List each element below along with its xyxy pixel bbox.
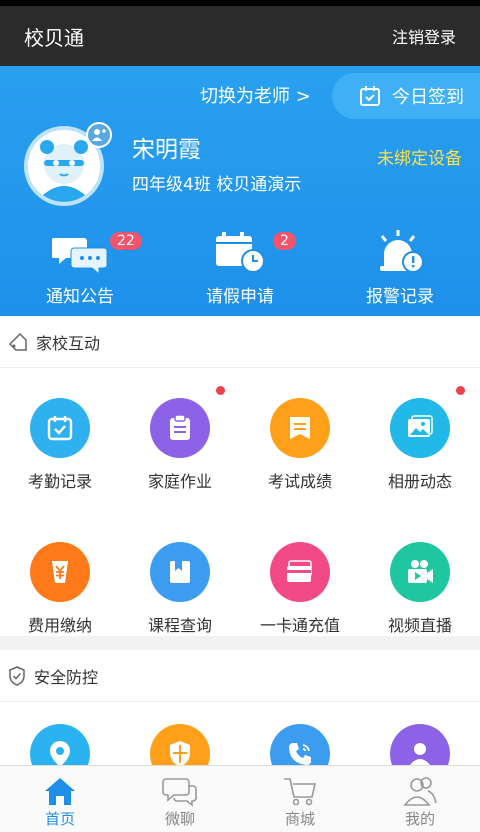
calendar-clock-icon [216,232,265,273]
home-icon [45,778,75,805]
calendar-check-icon [47,416,73,441]
grid-item-payment[interactable]: 费用缴纳 [0,542,120,636]
yuan-icon [52,561,68,583]
grid-item-album[interactable]: 相册动态 [360,386,480,492]
section-header: 家校互动 [0,316,480,368]
user-name: 宋明霞 [132,137,201,163]
grid-item-courses[interactable]: 课程查询 [120,542,240,636]
section-title: 安全防控 [34,667,99,687]
switch-role-link[interactable]: 切换为老师 > [200,82,311,108]
grid-label: 费用缴纳 [27,616,92,635]
grid-item-attendance[interactable]: 考勤记录 [0,398,120,492]
grid-label: 考勤记录 [27,472,92,491]
add-user-icon [92,129,106,141]
grid-item-card-recharge[interactable]: 一卡通充值 [240,542,360,636]
grid-item-call[interactable] [240,724,360,767]
avatar-badge[interactable] [86,122,112,148]
feature-grid: 考勤记录 家庭作业 考试成绩 相册动态 费用缴纳 课程查询 一卡通充值 视频直播 [0,368,480,636]
tab-mall[interactable]: 商城 [240,766,360,832]
section-divider [0,636,480,650]
tag-icon [8,332,27,351]
tab-label: 我的 [404,810,435,828]
photo-album-icon [408,415,433,437]
album-unread-dot [456,386,465,395]
location-icon [50,741,70,767]
card-icon [287,560,312,582]
tab-label: 首页 [44,810,75,828]
homework-unread-dot [216,386,225,395]
shield-check-icon [9,665,25,686]
bottom-tab-bar: 首页 微聊 商城 我的 [0,765,480,832]
courses-circle [150,542,210,602]
video-circle [390,542,450,602]
shortcut-leave[interactable]: 2 请假申请 [160,228,320,307]
cart-icon [284,778,317,806]
grid-item-homework[interactable]: 家庭作业 [120,386,240,492]
report-icon [290,417,310,439]
grid-label: 家庭作业 [147,472,212,491]
notice-badge: 22 [110,232,142,250]
app-title: 校贝通 [24,25,84,50]
person-icon [409,743,431,766]
safety-grid [0,702,480,767]
exam-circle [270,398,330,458]
section-header: 安全防控 [0,650,480,702]
shortcut-row: 22 通知公告 2 请假申请 报警记录 [0,228,480,307]
section-safety: 安全防控 [0,650,480,767]
tab-mine[interactable]: 我的 [360,766,480,832]
grid-label: 一卡通充值 [259,616,340,635]
tab-home[interactable]: 首页 [0,766,120,832]
alarm-icon [380,230,424,273]
shortcut-notice[interactable]: 22 通知公告 [0,228,160,307]
grid-label: 相册动态 [387,472,452,491]
section-title: 家校互动 [36,333,101,353]
tab-label: 商城 [284,810,315,828]
grid-item-exam-scores[interactable]: 考试成绩 [240,398,360,492]
tab-label: 微聊 [164,810,195,828]
location-circle [30,724,90,767]
attendance-circle [30,398,90,458]
bind-device-link[interactable]: 未绑定设备 [377,144,462,169]
calendar-check-icon [360,86,380,106]
guard-circle [150,724,210,767]
phone-icon [289,743,311,765]
book-icon [170,561,190,583]
leave-badge: 2 [273,232,296,250]
checkin-button[interactable]: 今日签到 [332,73,480,119]
tab-chat[interactable]: 微聊 [120,766,240,832]
checkin-label: 今日签到 [392,87,464,108]
user-icon [403,777,437,806]
grid-label: 视频直播 [387,616,452,635]
album-circle [390,398,450,458]
shortcut-leave-label: 请假申请 [206,287,274,307]
app-bar: 校贝通 注销登录 [0,6,480,66]
contacts-circle [390,724,450,767]
shortcut-notice-label: 通知公告 [46,287,114,307]
grid-item-guard[interactable] [120,724,240,767]
grid-label: 考试成绩 [267,472,332,491]
shield-icon [170,741,190,767]
recharge-circle [270,542,330,602]
grid-item-contacts[interactable] [360,724,480,767]
profile-header: 切换为老师 > 今日签到 宋明霞 四年级4班 校贝通演示 未绑定设备 22 通知… [0,66,480,316]
payment-circle [30,542,90,602]
grid-label: 课程查询 [147,616,212,635]
logout-button[interactable]: 注销登录 [392,24,456,48]
call-circle [270,724,330,767]
clipboard-icon [170,414,190,440]
chat-icon [162,778,197,807]
grid-item-live-video[interactable]: 视频直播 [360,542,480,636]
chat-bubbles-icon [52,238,108,274]
shortcut-alarm[interactable]: 报警记录 [320,228,480,307]
video-icon [408,560,433,583]
homework-circle [150,398,210,458]
section-home-school: 家校互动 考勤记录 家庭作业 考试成绩 相册动态 费用缴纳 课程查询 一卡通充值… [0,316,480,636]
shortcut-alarm-label: 报警记录 [366,287,434,307]
user-class: 四年级4班 校贝通演示 [132,175,302,195]
grid-item-location[interactable] [0,724,120,767]
